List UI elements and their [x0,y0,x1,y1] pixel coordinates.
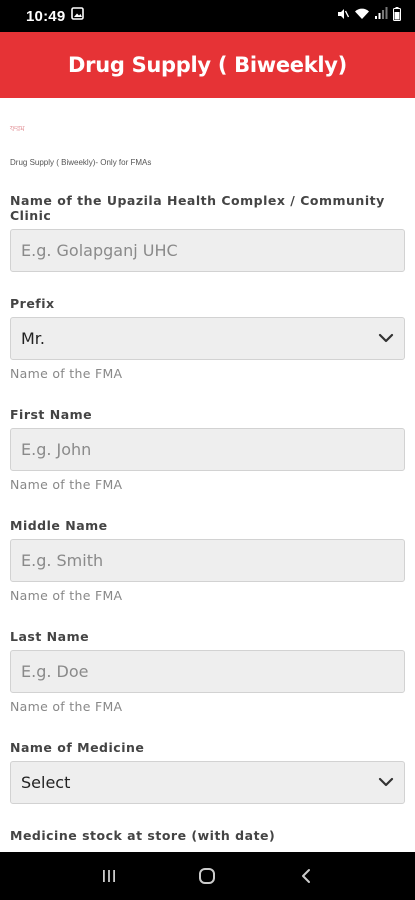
input-placeholder: E.g. Smith [21,551,104,570]
form-content[interactable]: ফরম Drug Supply ( Biweekly)- Only for FM… [0,98,415,852]
status-bar: 10:49 [0,0,415,32]
image-icon [71,7,85,25]
field-label: Name of the Upazila Health Complex / Com… [10,193,385,223]
field-label: First Name [10,407,93,422]
field-hint: Name of the FMA [10,366,123,381]
field-label: Prefix [10,296,55,311]
back-icon[interactable] [286,856,326,896]
field-label: Name of Medicine [10,740,145,755]
field-hint: Name of the FMA [10,699,123,714]
middle-name-field: Middle Name E.g. Smith Name of the FMA [10,518,405,603]
input-placeholder: E.g. John [21,440,92,459]
medicine-field: Name of Medicine Select [10,740,405,804]
field-label: Last Name [10,629,90,644]
medicine-stock-field: Medicine stock at store (with date) [10,828,405,843]
chevron-down-icon [378,330,394,348]
input-placeholder: E.g. Doe [21,662,89,681]
wifi-icon [354,7,370,25]
field-label: Medicine stock at store (with date) [10,828,276,843]
medicine-select[interactable]: Select [10,761,405,804]
status-time: 10:49 [26,7,66,25]
field-hint: Name of the FMA [10,477,123,492]
app-header: Drug Supply ( Biweekly) [0,32,415,98]
upazila-field: Name of the Upazila Health Complex / Com… [10,193,405,272]
battery-icon [393,6,401,26]
form-description: Drug Supply ( Biweekly)- Only for FMAs [10,158,152,167]
select-value: Mr. [21,329,45,348]
select-value: Select [21,773,71,792]
input-placeholder: E.g. Golapganj UHC [21,241,178,260]
recents-icon[interactable] [89,856,129,896]
chevron-down-icon [378,774,394,792]
page-title: Drug Supply ( Biweekly) [68,53,347,77]
last-name-input[interactable]: E.g. Doe [10,650,405,693]
prefix-select[interactable]: Mr. [10,317,405,360]
signal-icon [375,7,388,25]
form-tag-text: ফরম [10,124,25,133]
field-label: Middle Name [10,518,108,533]
first-name-field: First Name E.g. John Name of the FMA [10,407,405,492]
middle-name-input[interactable]: E.g. Smith [10,539,405,582]
last-name-field: Last Name E.g. Doe Name of the FMA [10,629,405,714]
mute-icon [337,7,350,25]
prefix-field: Prefix Mr. Name of the FMA [10,296,405,381]
field-hint: Name of the FMA [10,588,123,603]
first-name-input[interactable]: E.g. John [10,428,405,471]
upazila-input[interactable]: E.g. Golapganj UHC [10,229,405,272]
system-nav-bar [0,852,415,900]
home-icon[interactable] [187,856,227,896]
